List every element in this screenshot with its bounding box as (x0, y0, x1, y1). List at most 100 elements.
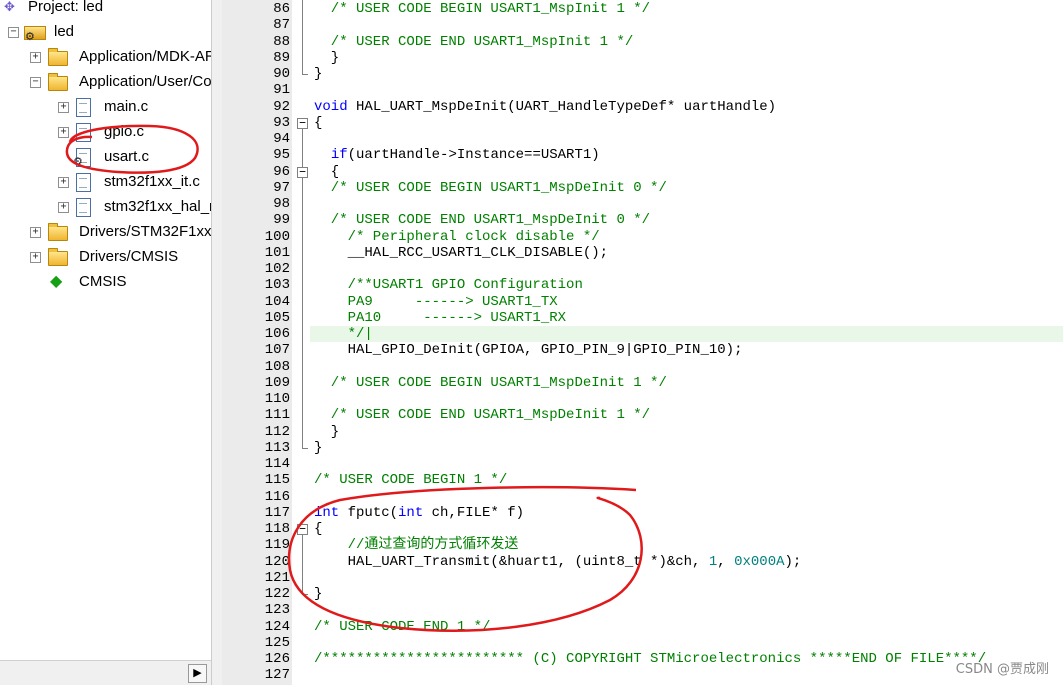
tree-item[interactable]: + main.c (0, 95, 211, 119)
fold-margin (292, 0, 310, 685)
collapse-toggle[interactable]: − (30, 77, 41, 88)
code-line[interactable]: /* USER CODE END 1 */ (314, 619, 490, 635)
line-number: 97 (273, 179, 290, 196)
code-line[interactable]: if(uartHandle->Instance==USART1) (314, 147, 600, 163)
line-number: 91 (273, 82, 290, 99)
line-number: 100 (264, 228, 290, 245)
line-number: 89 (273, 49, 290, 66)
line-number: 104 (264, 293, 290, 310)
line-number: 109 (264, 374, 290, 391)
code-line[interactable]: /* USER CODE BEGIN USART1_MspDeInit 1 */ (314, 375, 667, 391)
code-line[interactable]: } (314, 424, 339, 440)
code-line[interactable]: { (314, 164, 339, 180)
line-number: 114 (264, 456, 290, 472)
code-line[interactable]: } (314, 66, 322, 82)
line-number: 101 (264, 244, 290, 261)
line-number: 112 (264, 423, 290, 440)
line-number: 117 (264, 504, 290, 521)
expand-toggle[interactable]: + (58, 102, 69, 113)
project-icon: ✥ (4, 0, 15, 14)
tree-item-label: Drivers/CMSIS (79, 248, 179, 265)
scroll-right-button[interactable]: ▶ (188, 664, 207, 683)
line-number: 107 (264, 342, 290, 359)
code-line[interactable]: } (314, 440, 322, 456)
tree-item[interactable]: − Application/User/Co (0, 70, 211, 94)
code-line[interactable]: } (314, 586, 322, 602)
tree-item[interactable]: + Drivers/CMSIS (0, 245, 211, 269)
tree-item-label: gpio.c (104, 123, 145, 140)
expand-toggle[interactable]: + (58, 177, 69, 188)
line-number: 102 (264, 261, 290, 277)
line-number: 118 (264, 521, 290, 537)
tree-item[interactable]: + stm32f1xx_it.c (0, 170, 211, 194)
line-number: 113 (264, 439, 290, 456)
code-line[interactable]: /**USART1 GPIO Configuration (314, 277, 583, 293)
fold-toggle[interactable]: − (297, 117, 308, 129)
tree-item[interactable]: ⚙ usart.c (0, 145, 211, 169)
code-line[interactable]: /* USER CODE END USART1_MspInit 1 */ (314, 34, 633, 50)
code-line[interactable]: { (314, 521, 322, 537)
fold-guide (302, 535, 303, 594)
expand-toggle[interactable]: + (58, 202, 69, 213)
code-line[interactable]: /* USER CODE END USART1_MspDeInit 1 */ (314, 407, 650, 423)
collapse-toggle[interactable]: − (8, 27, 19, 38)
code-line[interactable]: } (314, 50, 339, 66)
code-line[interactable]: int fputc(int ch,FILE* f) (314, 505, 524, 521)
code-line[interactable]: /* USER CODE BEGIN 1 */ (314, 472, 507, 488)
tree-item[interactable]: + Drivers/STM32F1xx_ (0, 220, 211, 244)
code-line[interactable]: */| (314, 326, 373, 342)
code-line[interactable]: /************************ (C) COPYRIGHT … (314, 651, 986, 667)
target-label: led (54, 23, 75, 40)
tree-item-label: stm32f1xx_it.c (104, 173, 200, 190)
folder-icon (48, 48, 68, 66)
project-root-label: Project: led (28, 0, 104, 15)
c-file-icon (76, 98, 91, 117)
code-line[interactable]: /* Peripheral clock disable */ (314, 229, 600, 245)
line-number: 96 (273, 163, 290, 180)
line-number: 105 (264, 309, 290, 326)
expand-toggle[interactable]: + (30, 252, 41, 263)
horizontal-scrollbar[interactable]: ▶ (0, 660, 211, 685)
code-line[interactable]: HAL_UART_Transmit(&huart1, (uint8_t *)&c… (314, 554, 802, 570)
fold-toggle[interactable]: − (297, 166, 308, 178)
tree-item[interactable]: + gpio.c (0, 120, 211, 144)
component-icon: ◆ (50, 273, 63, 290)
line-number: 90 (273, 66, 290, 82)
tree-item[interactable]: ◆ CMSIS (0, 270, 211, 294)
fold-toggle[interactable]: − (297, 523, 308, 535)
tree-item-label: usart.c (104, 148, 150, 165)
code-line[interactable]: HAL_GPIO_DeInit(GPIOA, GPIO_PIN_9|GPIO_P… (314, 342, 743, 358)
line-number: 94 (273, 131, 290, 147)
folder-icon (48, 73, 68, 91)
code-line[interactable]: PA10 ------> USART1_RX (314, 310, 566, 326)
tree-item[interactable]: + stm32f1xx_hal_m (0, 195, 211, 219)
line-number: 95 (273, 147, 290, 164)
line-number: 123 (264, 602, 290, 619)
code-line[interactable]: __HAL_RCC_USART1_CLK_DISABLE(); (314, 245, 608, 261)
line-number: 127 (264, 667, 290, 684)
line-number: 92 (273, 98, 290, 115)
fold-guide (302, 0, 303, 74)
expand-toggle[interactable]: + (58, 127, 69, 138)
code-line[interactable]: PA9 ------> USART1_TX (314, 294, 558, 310)
line-number: 87 (273, 17, 290, 34)
code-line[interactable]: /* USER CODE BEGIN USART1_MspInit 1 */ (314, 1, 650, 17)
code-line[interactable]: /* USER CODE END USART1_MspDeInit 0 */ (314, 212, 650, 228)
code-line[interactable]: /* USER CODE BEGIN USART1_MspDeInit 0 */ (314, 180, 667, 196)
c-file-icon (76, 198, 91, 217)
folder-icon (48, 248, 68, 266)
line-number: 93 (273, 114, 290, 131)
tree-item-label: stm32f1xx_hal_m (104, 198, 211, 215)
expand-toggle[interactable]: + (30, 227, 41, 238)
code-line[interactable]: { (314, 115, 322, 131)
c-file-icon (76, 123, 91, 142)
line-number: 116 (264, 488, 290, 505)
line-number: 111 (264, 407, 290, 424)
expand-toggle[interactable]: + (30, 52, 41, 63)
code-line[interactable]: void HAL_UART_MspDeInit(UART_HandleTypeD… (314, 99, 776, 115)
folder-icon (48, 223, 68, 241)
tree-item-label: CMSIS (79, 273, 127, 290)
code-line[interactable]: //通过查询的方式循环发送 (314, 537, 519, 553)
line-number: 99 (273, 212, 290, 229)
tree-item[interactable]: + Application/MDK-AR (0, 45, 211, 69)
